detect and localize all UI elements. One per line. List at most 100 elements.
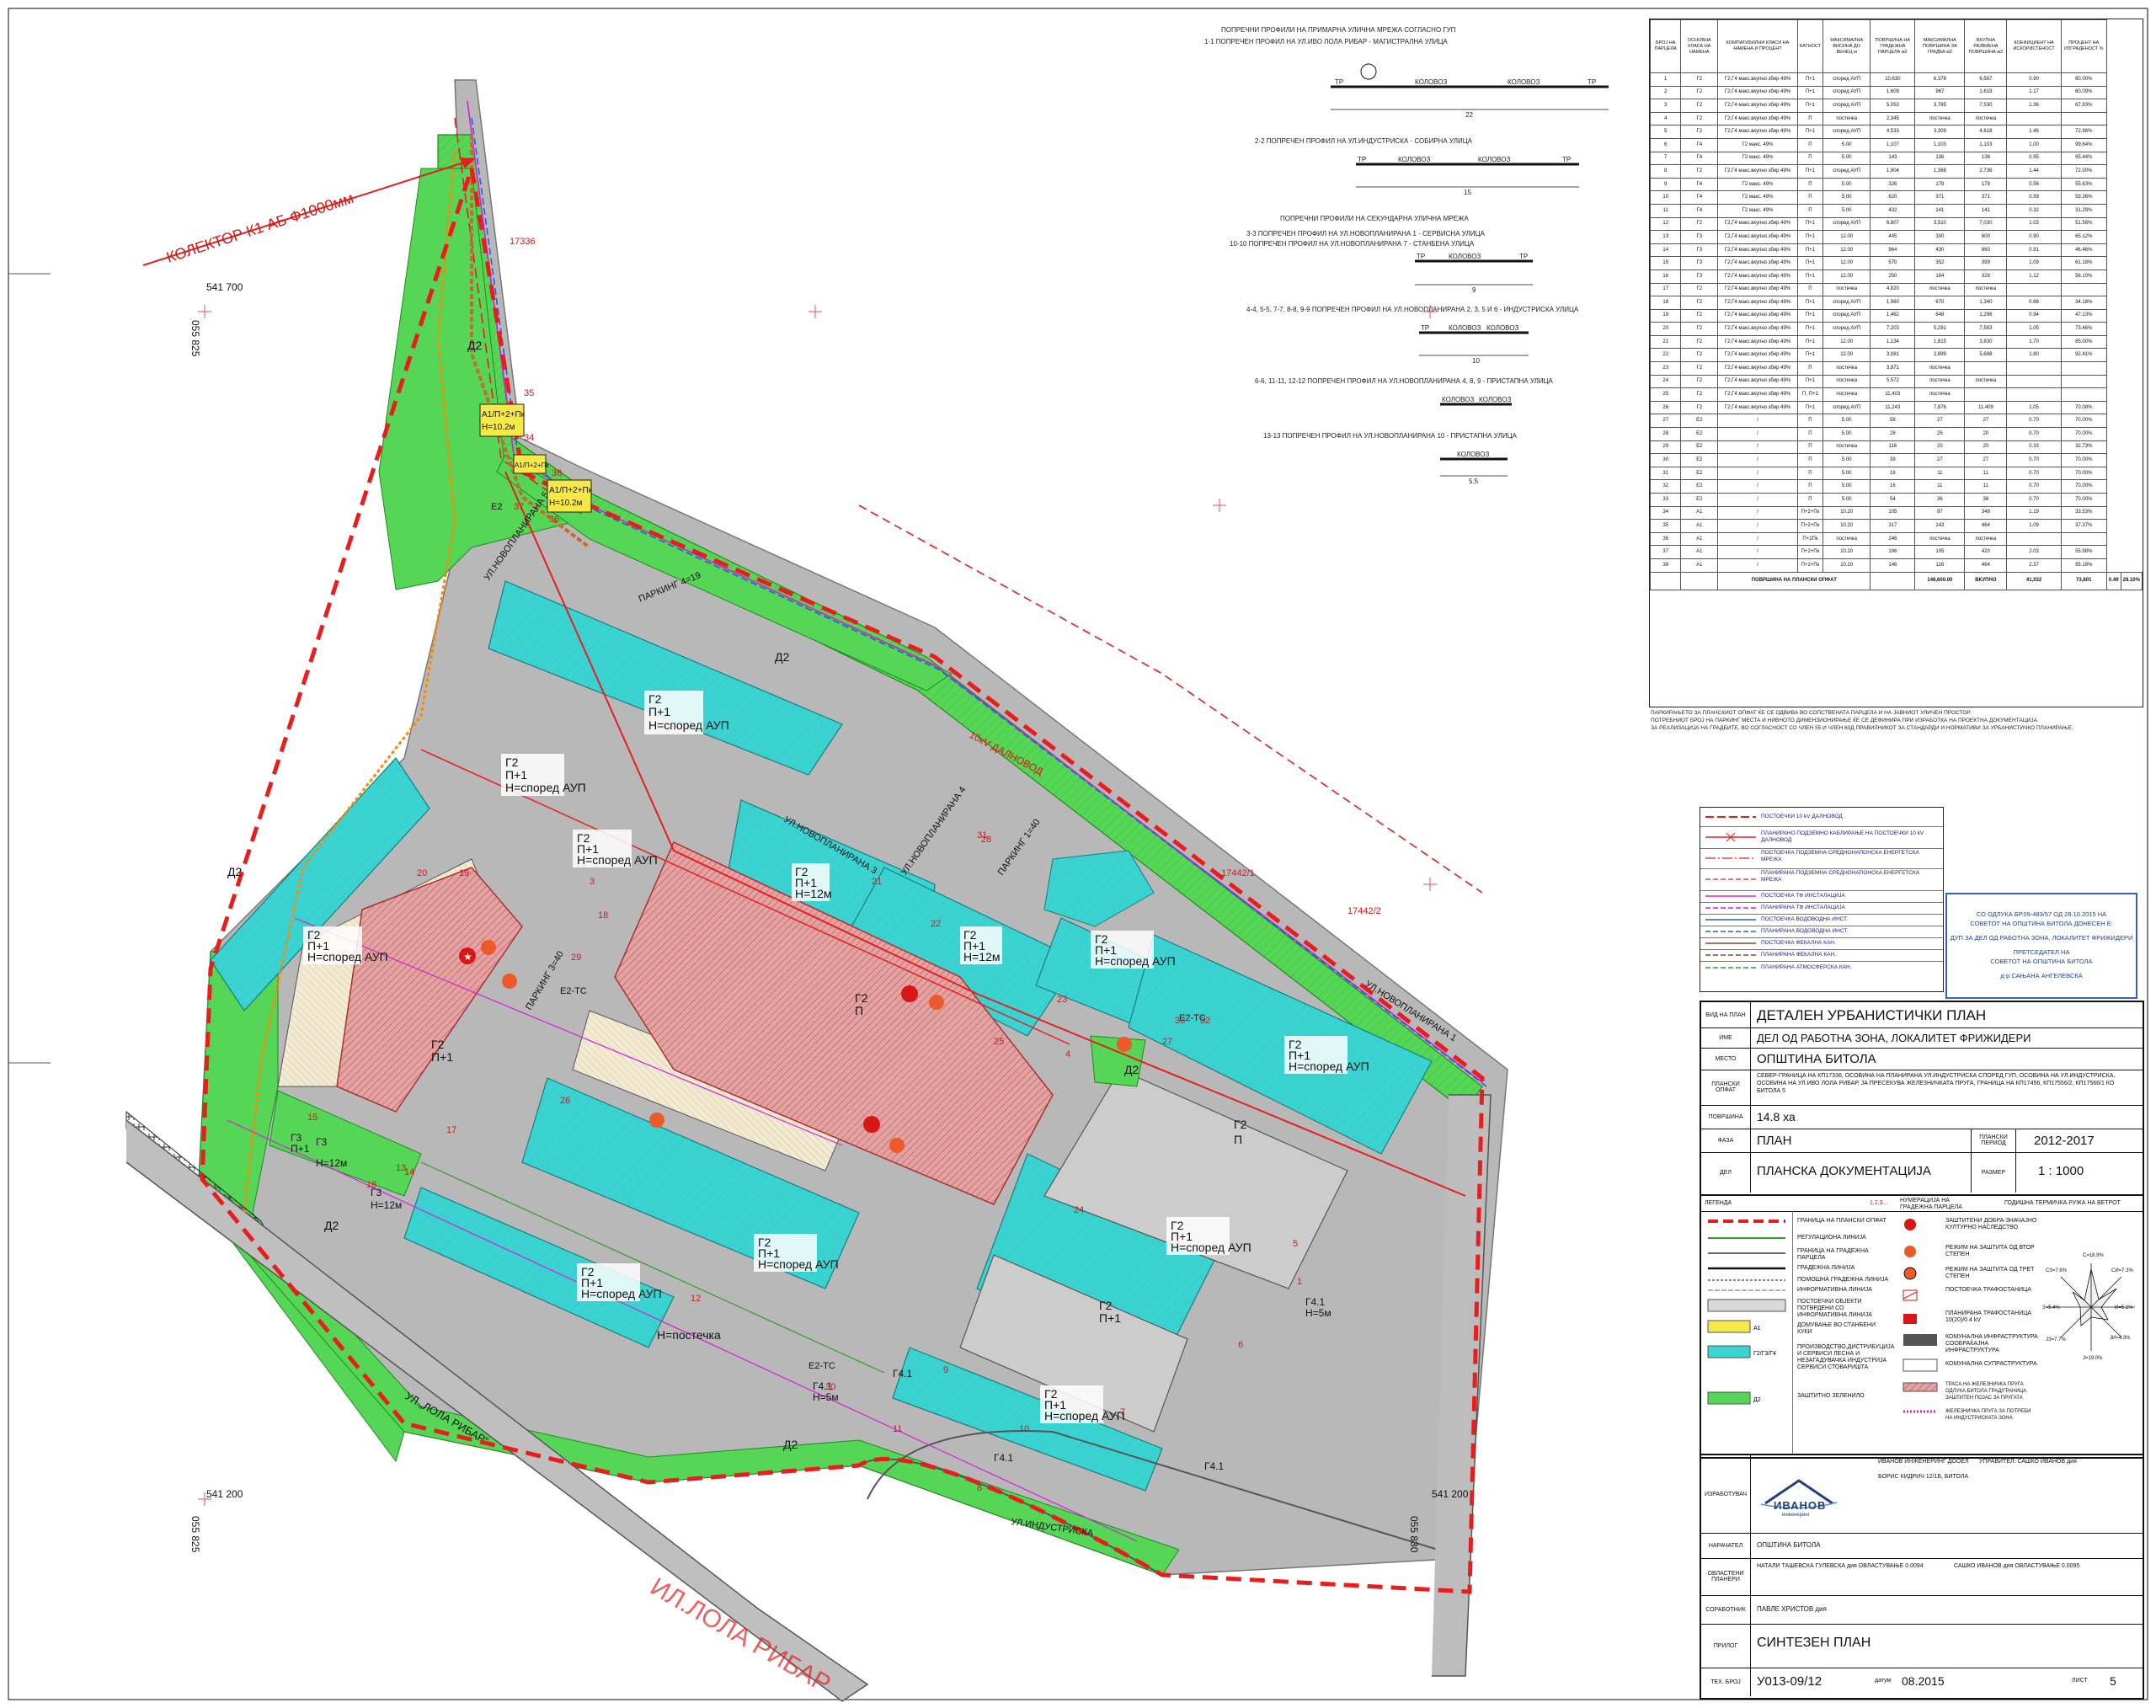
table-cell: 5.00 (1822, 466, 1871, 481)
svg-text:ЈЗ=7.7%: ЈЗ=7.7% (2046, 1337, 2066, 1342)
table-cell: 11 (1964, 466, 2008, 481)
table-cell: Е2 (1680, 414, 1719, 429)
svg-text:КОЛОВОЗ: КОЛОВОЗ (1486, 324, 1518, 332)
company-manager: УПРАВИТЕЛ: САШКО ИВАНОВ дия (1979, 1459, 2077, 1465)
coord-bottom-left: 541 200 (206, 1488, 243, 1500)
table-cell: П (1796, 361, 1824, 376)
table-cell: 143 (1870, 151, 1916, 166)
table-cell (2060, 531, 2107, 547)
tb-key: ПЛАНСКИ ОПФАТ (1701, 1070, 1751, 1105)
svg-text:П+1: П+1 (431, 1050, 453, 1064)
svg-text:Г4.1: Г4.1 (1305, 1296, 1326, 1308)
svg-text:Д2: Д2 (324, 1219, 339, 1232)
table-row: 33 Е2/П 5.00 54 36 38 0.70 70.00% (1650, 493, 2143, 507)
table-cell: 352 (1914, 256, 1966, 270)
svg-text:34: 34 (524, 433, 534, 443)
legend-label: ПЛАНИРАНА ФЕКАЛНА КАН. (1761, 952, 1836, 958)
table-cell: 12.00 (1822, 243, 1871, 258)
table-cell: 60.00% (2060, 72, 2107, 87)
bb-key: ПРИЛОГ (1701, 1624, 1751, 1668)
table-cell: А1 (1680, 545, 1719, 559)
table-cell: / (1717, 466, 1798, 481)
line-swatch (1705, 895, 1756, 897)
table-cell: Г2,Г4 макс.вкупно збир 49% (1717, 387, 1798, 402)
table-cell: 570 (1870, 256, 1916, 270)
table-cell: 348 (1964, 505, 2008, 520)
table-cell: постечка (1822, 282, 1871, 297)
table-cell: Е2 (1680, 440, 1719, 455)
svg-text:Н=според АУП: Н=според АУП (1095, 954, 1176, 968)
table-cell: постечка (1914, 282, 1966, 297)
table-cell: Е2 (1680, 493, 1719, 507)
legend-item: РЕГУЛАЦИОНА ЛИНИЈА (1797, 1235, 1866, 1241)
table-cell: 2,899 (1914, 348, 1966, 363)
table-row: 14 Г3 Г2,Г4 макс.вкупно збир 49% П+1 12.00 96… (1650, 243, 2143, 258)
svg-text:Н=12м: Н=12м (316, 1157, 347, 1169)
plan-area: 14.8 ха (1757, 1110, 1796, 1124)
table-cell: 7,030 (1964, 216, 2008, 232)
legend-label: ПЛАНИРАНА ПОДЗЕМНА СРЕДНОНАПОНСКА ЕНЕРГЕ… (1761, 870, 1920, 883)
svg-text:ТР: ТР (1335, 78, 1343, 86)
tb-row-place: МЕСТО ОПШТИНА БИТОЛА (1701, 1048, 2143, 1070)
svg-text:10: 10 (1472, 357, 1480, 365)
table-cell: 13 (1650, 230, 1682, 244)
table-cell: / (1717, 558, 1798, 573)
svg-text:9: 9 (943, 1365, 948, 1375)
table-cell: П (1796, 440, 1824, 455)
svg-text:П: П (855, 1004, 863, 1017)
table-cell: 5.00 (1822, 203, 1871, 218)
svg-text:7: 7 (1120, 1407, 1125, 1417)
svg-text:16: 16 (366, 1180, 376, 1190)
svg-text:Г2: Г2 (855, 991, 868, 1005)
table-cell: 37.37% (2060, 519, 2107, 533)
table-cell: Г2,Г4 макс.вкупно збир 49% (1717, 256, 1798, 270)
table-cell: според АУП (1822, 308, 1871, 323)
table-cell: 15 (1650, 256, 1682, 270)
table-cell: 5.00 (1822, 177, 1871, 192)
table-cell: 328 (1964, 269, 2008, 284)
legend-header: ЛЕГЕНДА 1,2,3... НУМЕРАЦИЈА НА ГРАДЕЖНА … (1701, 1196, 2143, 1212)
legend-numbering: НУМЕРАЦИЈА НА ГРАДЕЖНА ПАРЦЕЛА (1900, 1198, 1962, 1210)
svg-text:23: 23 (1057, 995, 1067, 1005)
table-cell: постечка (1822, 361, 1871, 376)
coord-top-left: 541 700 (206, 281, 243, 293)
legend-label: ПОСТОЕЧКИ 10 kV ДАЛНОВОД (1761, 814, 1843, 819)
table-cell: 620 (1870, 190, 1916, 205)
tb-key-period: ПЛАНСКИ ПЕРИОД (1971, 1129, 2016, 1152)
table-cell: 16 (1870, 479, 1916, 494)
table-cell: 24 (1650, 374, 1682, 389)
svg-text:15: 15 (1464, 189, 1471, 196)
svg-text:ТР: ТР (1417, 253, 1425, 260)
green-north-triangle (378, 168, 574, 590)
table-cell: П+2+Пк (1796, 558, 1824, 573)
table-cell: 136 (1964, 151, 2008, 166)
tb-key: ДЕЛ (1701, 1152, 1751, 1193)
table-cell: 21 (1650, 334, 1682, 350)
table-cell: 2,345 (1870, 111, 1916, 126)
table-cell: П (1796, 190, 1824, 205)
table-cell: постечка (1964, 531, 2008, 547)
legend-swatch-column: А1 Г2/Г3/Г4 Д2 (1701, 1211, 1793, 1455)
svg-text:С=18.9%: С=18.9% (2083, 1253, 2105, 1258)
table-cell: 5.00 (1822, 190, 1871, 205)
table-cell: П+1 (1796, 164, 1824, 179)
infrastructure-legend: ПОСТОЕЧКИ 10 kV ДАЛНОВОД ПЛАНИРАНО ПОДЗЕ… (1700, 807, 1944, 992)
tb-row-scope: ПЛАНСКИ ОПФАТ СЕВЕР-ГРАНИЦА НА КП17336, … (1701, 1070, 2143, 1106)
table-cell: 11 (1650, 203, 1682, 218)
table-cell: 3,081 (1870, 348, 1916, 363)
svg-text:3: 3 (590, 877, 595, 887)
table-row: 6 Г4 Г2 макс. 49% П 5.00 1,107 1,103 1,103 1.00 9… (1650, 137, 2143, 152)
legend-row: ПЛАНИРАНА ТФ ИНСТАЛАЦИЈА (1700, 902, 1943, 915)
table-cell: П+1 (1796, 400, 1824, 415)
svg-text:33: 33 (1175, 1016, 1185, 1026)
table-cell: 1.19 (2006, 505, 2062, 520)
svg-text:8: 8 (977, 1483, 982, 1493)
table-cell: Г2 (1680, 374, 1719, 389)
table-cell: 22 (1650, 348, 1682, 363)
table-cell: според АУП (1822, 72, 1871, 87)
table-cell: П+1 (1796, 308, 1824, 323)
balance-header-cell: КОЕФИЦИЕНТ НА ИСКОРИСТЕНОСТ (2006, 19, 2062, 73)
table-cell: Г2 (1680, 308, 1719, 323)
table-cell: 12.00 (1822, 256, 1871, 270)
table-cell: според АУП (1822, 400, 1871, 415)
